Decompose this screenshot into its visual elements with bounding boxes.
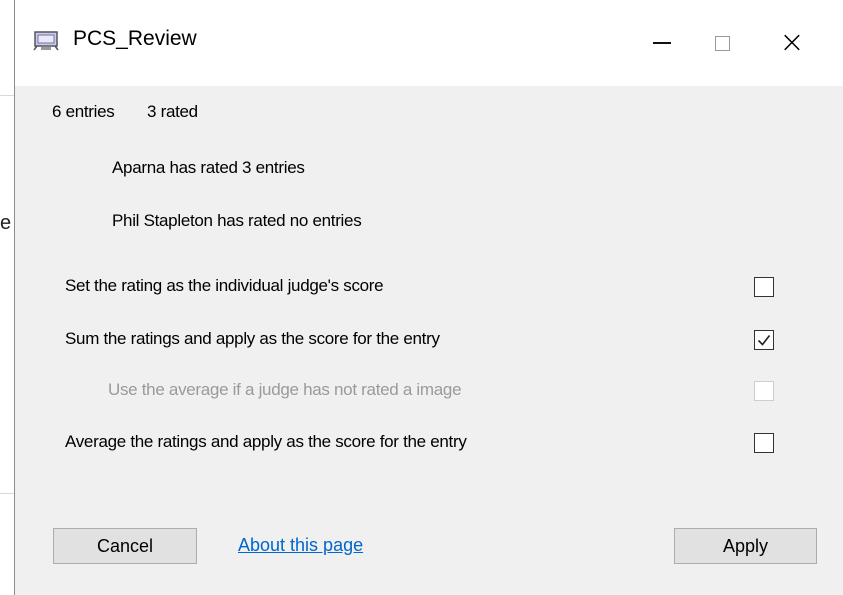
window-title: PCS_Review (73, 27, 197, 50)
checkbox-average-ratings[interactable] (754, 433, 774, 453)
apply-button[interactable]: Apply (674, 528, 817, 564)
judge-status: Aparna has rated 3 entries (112, 158, 305, 177)
close-button[interactable]: × (757, 0, 827, 86)
checkbox-sum-ratings[interactable] (754, 330, 774, 350)
maximize-icon (714, 35, 730, 51)
background-divider (0, 493, 14, 494)
background-divider (0, 95, 14, 96)
option-label-individual-score: Set the rating as the individual judge's… (65, 276, 384, 295)
background-window-edge (0, 0, 14, 595)
option-label-average-ratings: Average the ratings and apply as the sco… (65, 432, 467, 451)
option-label-sum-ratings: Sum the ratings and apply as the score f… (65, 329, 440, 348)
app-window-icon (33, 30, 59, 52)
cancel-button[interactable]: Cancel (53, 528, 197, 564)
checkmark-icon (757, 335, 771, 346)
about-page-link[interactable]: About this page (238, 535, 363, 556)
checkbox-individual-score[interactable] (754, 277, 774, 297)
minimize-icon (653, 42, 671, 44)
checkbox-use-average (754, 381, 774, 401)
entries-count: 6 entries (52, 102, 115, 121)
rated-count: 3 rated (147, 102, 198, 121)
maximize-button[interactable] (687, 0, 757, 86)
background-partial-text: e (0, 212, 12, 234)
title-bar[interactable]: PCS_Review × (15, 0, 843, 86)
close-icon: × (779, 25, 805, 60)
dialog-window: PCS_Review × 6 entries 3 rated Aparna ha… (14, 0, 843, 595)
option-label-use-average: Use the average if a judge has not rated… (108, 380, 462, 399)
judge-status: Phil Stapleton has rated no entries (112, 211, 362, 230)
